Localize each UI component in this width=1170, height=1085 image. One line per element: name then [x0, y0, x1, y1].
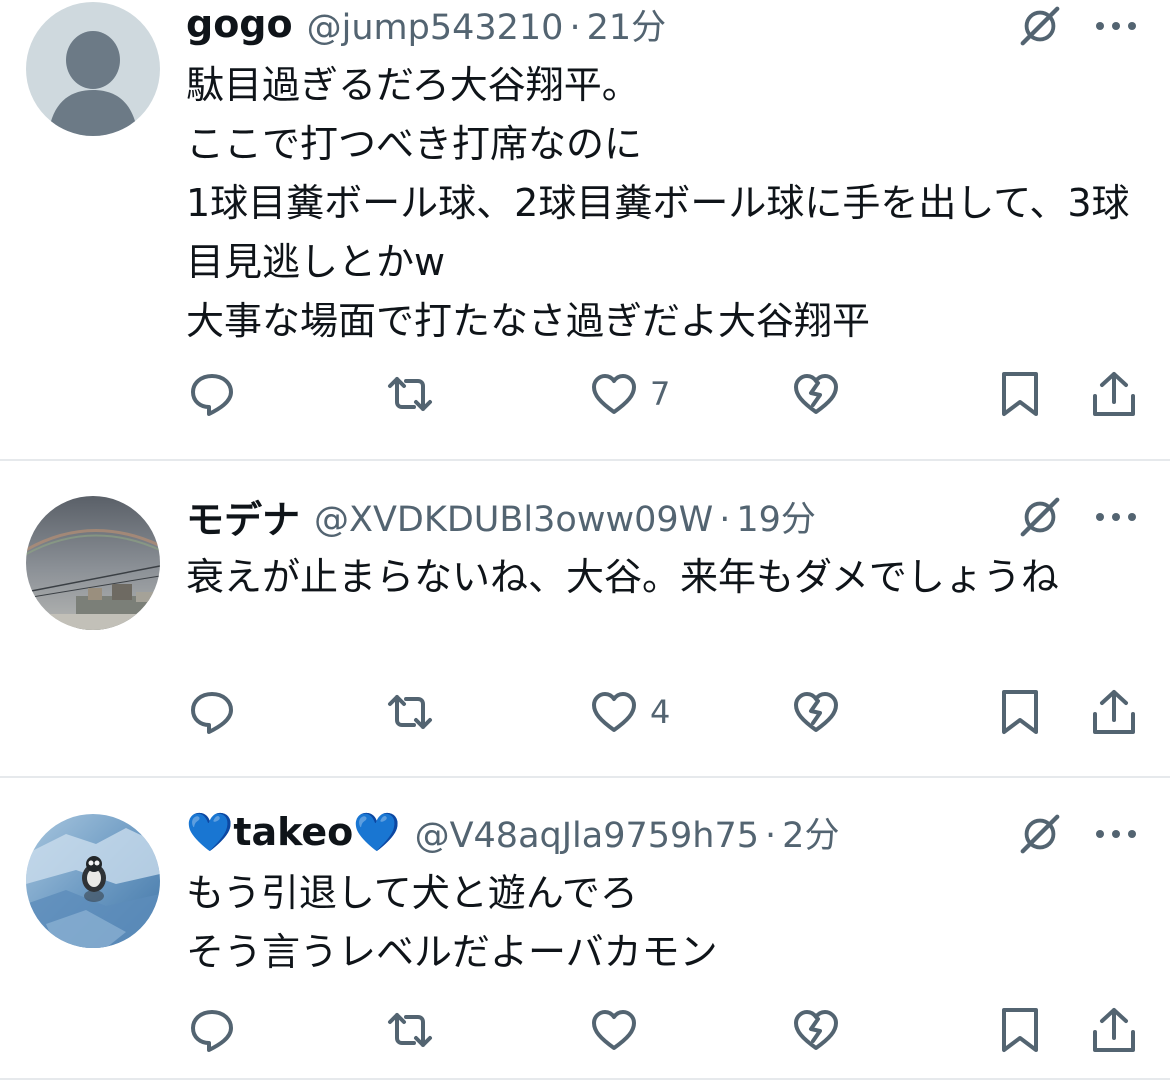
grok-icon [1020, 497, 1060, 537]
repost-button[interactable] [386, 682, 434, 742]
more-icon [1096, 22, 1136, 30]
bookmark-icon [1002, 1008, 1038, 1052]
post-meta: @V48aqJla9759h75 · 2分 [415, 807, 840, 858]
grok-button[interactable] [1016, 493, 1064, 541]
bookmark-button[interactable] [996, 1000, 1044, 1060]
post-gogo[interactable]: gogo @jump543210 · 21分 駄目過ぎるだろ大谷翔平。 ここで打つべ… [0, 0, 1170, 460]
like-icon [592, 1010, 636, 1050]
bookmark-icon [1002, 372, 1038, 416]
dislike-button[interactable] [792, 364, 840, 424]
post-header: gogo @jump543210 · 21分 [186, 0, 666, 48]
bookmark-icon [1002, 690, 1038, 734]
separator: · [719, 499, 731, 540]
handle[interactable]: @V48aqJla9759h75 [415, 816, 759, 856]
repost-icon [388, 1013, 432, 1047]
handle[interactable]: @jump543210 [307, 8, 564, 48]
more-icon [1096, 830, 1136, 838]
like-button[interactable] [590, 1000, 650, 1060]
repost-button[interactable] [386, 1000, 434, 1060]
bookmark-button[interactable] [996, 364, 1044, 424]
share-icon [1093, 690, 1135, 734]
more-icon [1096, 513, 1136, 521]
repost-icon [388, 377, 432, 411]
share-button[interactable] [1090, 682, 1138, 742]
action-bar: 4 [0, 682, 1170, 742]
timestamp[interactable]: 21分 [587, 8, 667, 48]
share-button[interactable] [1090, 364, 1138, 424]
post-header: モデナ @XVDKDUBl3oww09W · 19分 [186, 491, 816, 542]
post-takeo[interactable]: 💙 takeo 💙 @V48aqJla9759h75 · 2分 もう引退して犬と遊んでろ… [0, 778, 1170, 1078]
blue-heart-emoji: 💙 [353, 809, 401, 854]
like-icon [592, 692, 636, 732]
grok-icon [1020, 6, 1060, 46]
bookmark-button[interactable] [996, 682, 1044, 742]
action-bar [0, 1000, 1170, 1060]
divider [0, 459, 1170, 461]
action-bar: 7 [0, 364, 1170, 424]
dislike-button[interactable] [792, 682, 840, 742]
more-button[interactable] [1094, 2, 1138, 50]
post-text: もう引退して犬と遊んでろ そう言うレベルだよーバカモン [186, 871, 718, 974]
default-avatar-icon [26, 2, 160, 136]
like-count: 4 [650, 693, 671, 731]
post-text: 駄目過ぎるだろ大谷翔平。 ここで打つべき打席なのに 1球目糞ボール球、2球目糞ボ… [186, 63, 1130, 343]
timestamp[interactable]: 19分 [736, 500, 816, 540]
share-icon [1093, 372, 1135, 416]
display-name[interactable]: モデナ [186, 489, 300, 544]
like-button[interactable]: 7 [590, 364, 670, 424]
more-button[interactable] [1094, 493, 1138, 541]
post-text: 衰えが止まらないね、大谷。来年もダメでしょうね [186, 555, 1059, 599]
dislike-button[interactable] [792, 1000, 840, 1060]
more-button[interactable] [1094, 810, 1138, 858]
grok-button[interactable] [1016, 810, 1064, 858]
like-count: 7 [650, 375, 671, 413]
reply-button[interactable] [188, 1000, 236, 1060]
reply-button[interactable] [188, 682, 236, 742]
grok-icon [1020, 814, 1060, 854]
post-meta: @XVDKDUBl3oww09W · 19分 [314, 491, 816, 542]
reply-icon [191, 374, 233, 416]
rainbow-sky-photo-icon [26, 496, 160, 630]
reply-icon [191, 1010, 233, 1052]
reply-icon [191, 692, 233, 734]
timestamp[interactable]: 2分 [782, 816, 839, 856]
display-name[interactable]: takeo [233, 810, 353, 854]
repost-icon [388, 695, 432, 729]
share-button[interactable] [1090, 1000, 1138, 1060]
share-icon [1093, 1008, 1135, 1052]
separator: · [569, 7, 581, 48]
grok-button[interactable] [1016, 2, 1064, 50]
post-meta: @jump543210 · 21分 [307, 0, 667, 50]
repost-button[interactable] [386, 364, 434, 424]
blue-heart-emoji: 💙 [186, 809, 234, 854]
broken-heart-icon [794, 1010, 838, 1050]
separator: · [765, 815, 777, 856]
like-button[interactable]: 4 [590, 682, 670, 742]
divider [0, 1078, 1170, 1080]
avatar[interactable] [26, 2, 160, 136]
reply-button[interactable] [188, 364, 236, 424]
avatar[interactable] [26, 814, 160, 948]
post-header: 💙 takeo 💙 @V48aqJla9759h75 · 2分 [186, 808, 839, 856]
avatar[interactable] [26, 496, 160, 630]
like-icon [592, 374, 636, 414]
handle[interactable]: @XVDKDUBl3oww09W [314, 500, 713, 540]
display-name[interactable]: gogo [186, 2, 293, 46]
reply-feed: gogo @jump543210 · 21分 駄目過ぎるだろ大谷翔平。 ここで打つべ… [0, 0, 1170, 1085]
penguin-on-ice-photo-icon [26, 814, 160, 948]
post-modena[interactable]: モデナ @XVDKDUBl3oww09W · 19分 衰えが止まらないね、大谷。来年… [0, 462, 1170, 776]
broken-heart-icon [794, 374, 838, 414]
broken-heart-icon [794, 692, 838, 732]
